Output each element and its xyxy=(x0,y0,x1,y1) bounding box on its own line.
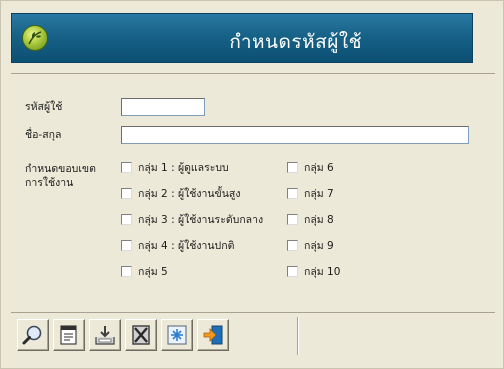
search-icon xyxy=(22,325,42,345)
group-10-option[interactable]: กลุ่ม 10 xyxy=(287,264,340,278)
group-3-checkbox[interactable] xyxy=(121,213,132,225)
group-5-label: กลุ่ม 5 xyxy=(138,265,168,278)
group-6-option[interactable]: กลุ่ม 6 xyxy=(287,160,334,174)
clear-icon xyxy=(167,325,187,345)
exit-icon xyxy=(203,325,223,345)
group-1-option[interactable]: กลุ่ม 1 : ผู้ดูแลระบบ xyxy=(121,160,229,174)
toolbar-separator xyxy=(297,317,299,355)
username-label: รหัสผู้ใช้ xyxy=(25,101,63,113)
toolbar xyxy=(11,312,495,358)
edit-button[interactable] xyxy=(53,319,85,351)
group-9-checkbox[interactable] xyxy=(287,239,298,251)
group-6-label: กลุ่ม 6 xyxy=(304,161,334,174)
group-2-checkbox[interactable] xyxy=(121,187,132,199)
leaf-logo-icon xyxy=(22,25,48,51)
fullname-label: ชื่อ-สกุล xyxy=(25,129,62,141)
group-2-label: กลุ่ม 2 : ผู้ใช้งานขั้นสูง xyxy=(138,187,241,200)
page-title: กำหนดรหัสผู้ใช้ xyxy=(229,31,362,53)
search-button[interactable] xyxy=(17,319,49,351)
group-6-checkbox[interactable] xyxy=(287,161,298,173)
group-4-option[interactable]: กลุ่ม 4 : ผู้ใช้งานปกติ xyxy=(121,238,234,252)
group-1-checkbox[interactable] xyxy=(121,161,132,173)
scope-label-2: การใช้งาน xyxy=(25,177,74,189)
group-10-checkbox[interactable] xyxy=(287,265,298,277)
group-5-checkbox[interactable] xyxy=(121,265,132,277)
save-icon xyxy=(95,326,115,345)
group-1-label: กลุ่ม 1 : ผู้ดูแลระบบ xyxy=(138,161,229,174)
group-10-label: กลุ่ม 10 xyxy=(304,265,341,278)
group-9-option[interactable]: กลุ่ม 9 xyxy=(287,238,334,252)
group-7-checkbox[interactable] xyxy=(287,187,298,199)
group-9-label: กลุ่ม 9 xyxy=(304,239,334,252)
exit-button[interactable] xyxy=(197,319,229,351)
group-8-option[interactable]: กลุ่ม 8 xyxy=(287,212,334,226)
group-7-label: กลุ่ม 7 xyxy=(304,187,334,200)
group-8-label: กลุ่ม 8 xyxy=(304,213,334,226)
group-8-checkbox[interactable] xyxy=(287,213,298,225)
group-2-option[interactable]: กลุ่ม 2 : ผู้ใช้งานขั้นสูง xyxy=(121,186,240,200)
group-4-checkbox[interactable] xyxy=(121,239,132,251)
save-button[interactable] xyxy=(89,319,121,351)
fullname-input[interactable] xyxy=(121,126,469,144)
app-window: กำหนดรหัสผู้ใช้ รหัสผู้ใช้ ชื่อ-สกุล กำห… xyxy=(0,0,504,369)
title-bar: กำหนดรหัสผู้ใช้ xyxy=(11,13,473,63)
form-panel: รหัสผู้ใช้ ชื่อ-สกุล กำหนดขอบเขต การใช้ง… xyxy=(11,73,495,301)
delete-button[interactable] xyxy=(125,319,157,351)
group-5-option[interactable]: กลุ่ม 5 xyxy=(121,264,168,278)
group-3-option[interactable]: กลุ่ม 3 : ผู้ใช้งานระดับกลาง xyxy=(121,212,263,226)
clear-button[interactable] xyxy=(161,319,193,351)
group-7-option[interactable]: กลุ่ม 7 xyxy=(287,186,334,200)
group-3-label: กลุ่ม 3 : ผู้ใช้งานระดับกลาง xyxy=(138,213,264,226)
delete-icon xyxy=(132,325,150,345)
edit-icon xyxy=(60,325,77,345)
group-4-label: กลุ่ม 4 : ผู้ใช้งานปกติ xyxy=(138,239,235,252)
username-input[interactable] xyxy=(121,98,205,116)
